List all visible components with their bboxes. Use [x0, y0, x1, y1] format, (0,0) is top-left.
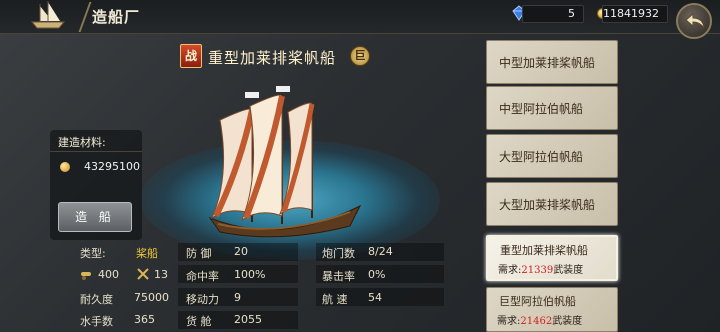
- ship-list-item-label: 中型加莱排桨帆船: [499, 56, 596, 70]
- top-bar: 造船厂 5 11841932: [0, 0, 720, 39]
- gold-coin-icon: [60, 162, 70, 172]
- crit-value: 0%: [368, 268, 386, 281]
- requirement-value: 21339: [521, 265, 554, 276]
- accuracy-label: 命中率: [186, 270, 219, 283]
- mobility-value: 9: [234, 291, 241, 304]
- crossed-swords-icon: [137, 268, 149, 280]
- combat-badge: 战: [180, 44, 202, 68]
- cargo-label: 货 舱: [186, 315, 212, 328]
- speed-label: 航 速: [322, 293, 348, 306]
- ship-list-item-label: 重型加莱排桨帆船: [500, 244, 588, 257]
- ship-list: 中型加莱排桨帆船 中型阿拉伯帆船 大型阿拉伯帆船 大型加莱排桨帆船 重型加莱排桨…: [486, 36, 618, 332]
- page-title: 造船厂: [92, 8, 141, 26]
- ship-list-item[interactable]: 中型加莱排桨帆船: [486, 40, 618, 84]
- back-arrow-icon: [685, 13, 705, 29]
- mobility-label: 移动力: [186, 293, 219, 306]
- requirement-suffix: 武装度: [553, 265, 584, 276]
- back-button[interactable]: [676, 3, 712, 39]
- durability-label: 耐久度: [80, 293, 113, 306]
- defense-label: 防 御: [186, 247, 212, 260]
- build-materials-panel: 建造材料: 43295100 造 船: [50, 130, 142, 240]
- ship-list-item[interactable]: 巨型阿拉伯帆船 需求:21462武装度: [486, 287, 618, 332]
- ship-list-item[interactable]: 中型阿拉伯帆船: [486, 86, 618, 130]
- gold-count: 11841932: [602, 5, 668, 23]
- requirement-text: 需求:21339武装度: [498, 261, 583, 276]
- requirement-suffix: 武装度: [552, 316, 583, 327]
- speed-value: 54: [368, 291, 382, 304]
- materials-title: 建造材料:: [58, 136, 106, 149]
- type-value: 桨船: [136, 247, 158, 260]
- size-badge: 巨: [350, 46, 370, 66]
- gold-cost: 43295100: [84, 160, 140, 173]
- guns-value: 13: [154, 268, 168, 281]
- crit-label: 暴击率: [322, 270, 355, 283]
- cannon-ports-value: 8/24: [368, 245, 393, 258]
- ship-list-item[interactable]: 大型阿拉伯帆船: [486, 134, 618, 178]
- ship-stats-panel: 类型: 桨船 400 13 耐久度 75000 水手数 365 防 御 20 命…: [38, 240, 478, 332]
- cargo-value: 2055: [234, 313, 262, 326]
- crew-value: 400: [98, 268, 119, 281]
- defense-value: 20: [234, 245, 248, 258]
- accuracy-value: 100%: [234, 268, 266, 281]
- ship-list-item-label: 大型阿拉伯帆船: [499, 150, 584, 164]
- shipyard-screen: 造船厂 5 11841932 战 重型加莱排桨帆船 巨 建造材料: 432951…: [0, 0, 720, 332]
- sailors-value: 365: [134, 313, 155, 326]
- ship-list-item-selected[interactable]: 重型加莱排桨帆船 需求:21339武装度: [486, 235, 618, 281]
- ship-name: 重型加莱排桨帆船: [208, 49, 337, 67]
- requirement-value: 21462: [520, 316, 553, 327]
- ship-list-item-label: 大型加莱排桨帆船: [499, 198, 596, 212]
- ship-list-item[interactable]: 大型加莱排桨帆船: [486, 182, 618, 226]
- durability-value: 75000: [134, 291, 169, 304]
- ship-list-item-label: 中型阿拉伯帆船: [499, 102, 584, 116]
- cannon-icon: [81, 272, 91, 280]
- requirement-prefix: 需求:: [498, 265, 522, 276]
- type-label: 类型:: [80, 247, 106, 260]
- requirement-prefix: 需求:: [497, 316, 521, 327]
- cannon-ports-label: 炮门数: [322, 247, 355, 260]
- ship-list-item-label: 巨型阿拉伯帆船: [499, 295, 576, 308]
- gem-count: 5: [522, 5, 584, 23]
- sailors-label: 水手数: [80, 315, 113, 328]
- build-ship-button[interactable]: 造 船: [58, 202, 132, 232]
- ship-illustration: [208, 86, 362, 238]
- requirement-text: 需求:21462武装度: [497, 312, 582, 327]
